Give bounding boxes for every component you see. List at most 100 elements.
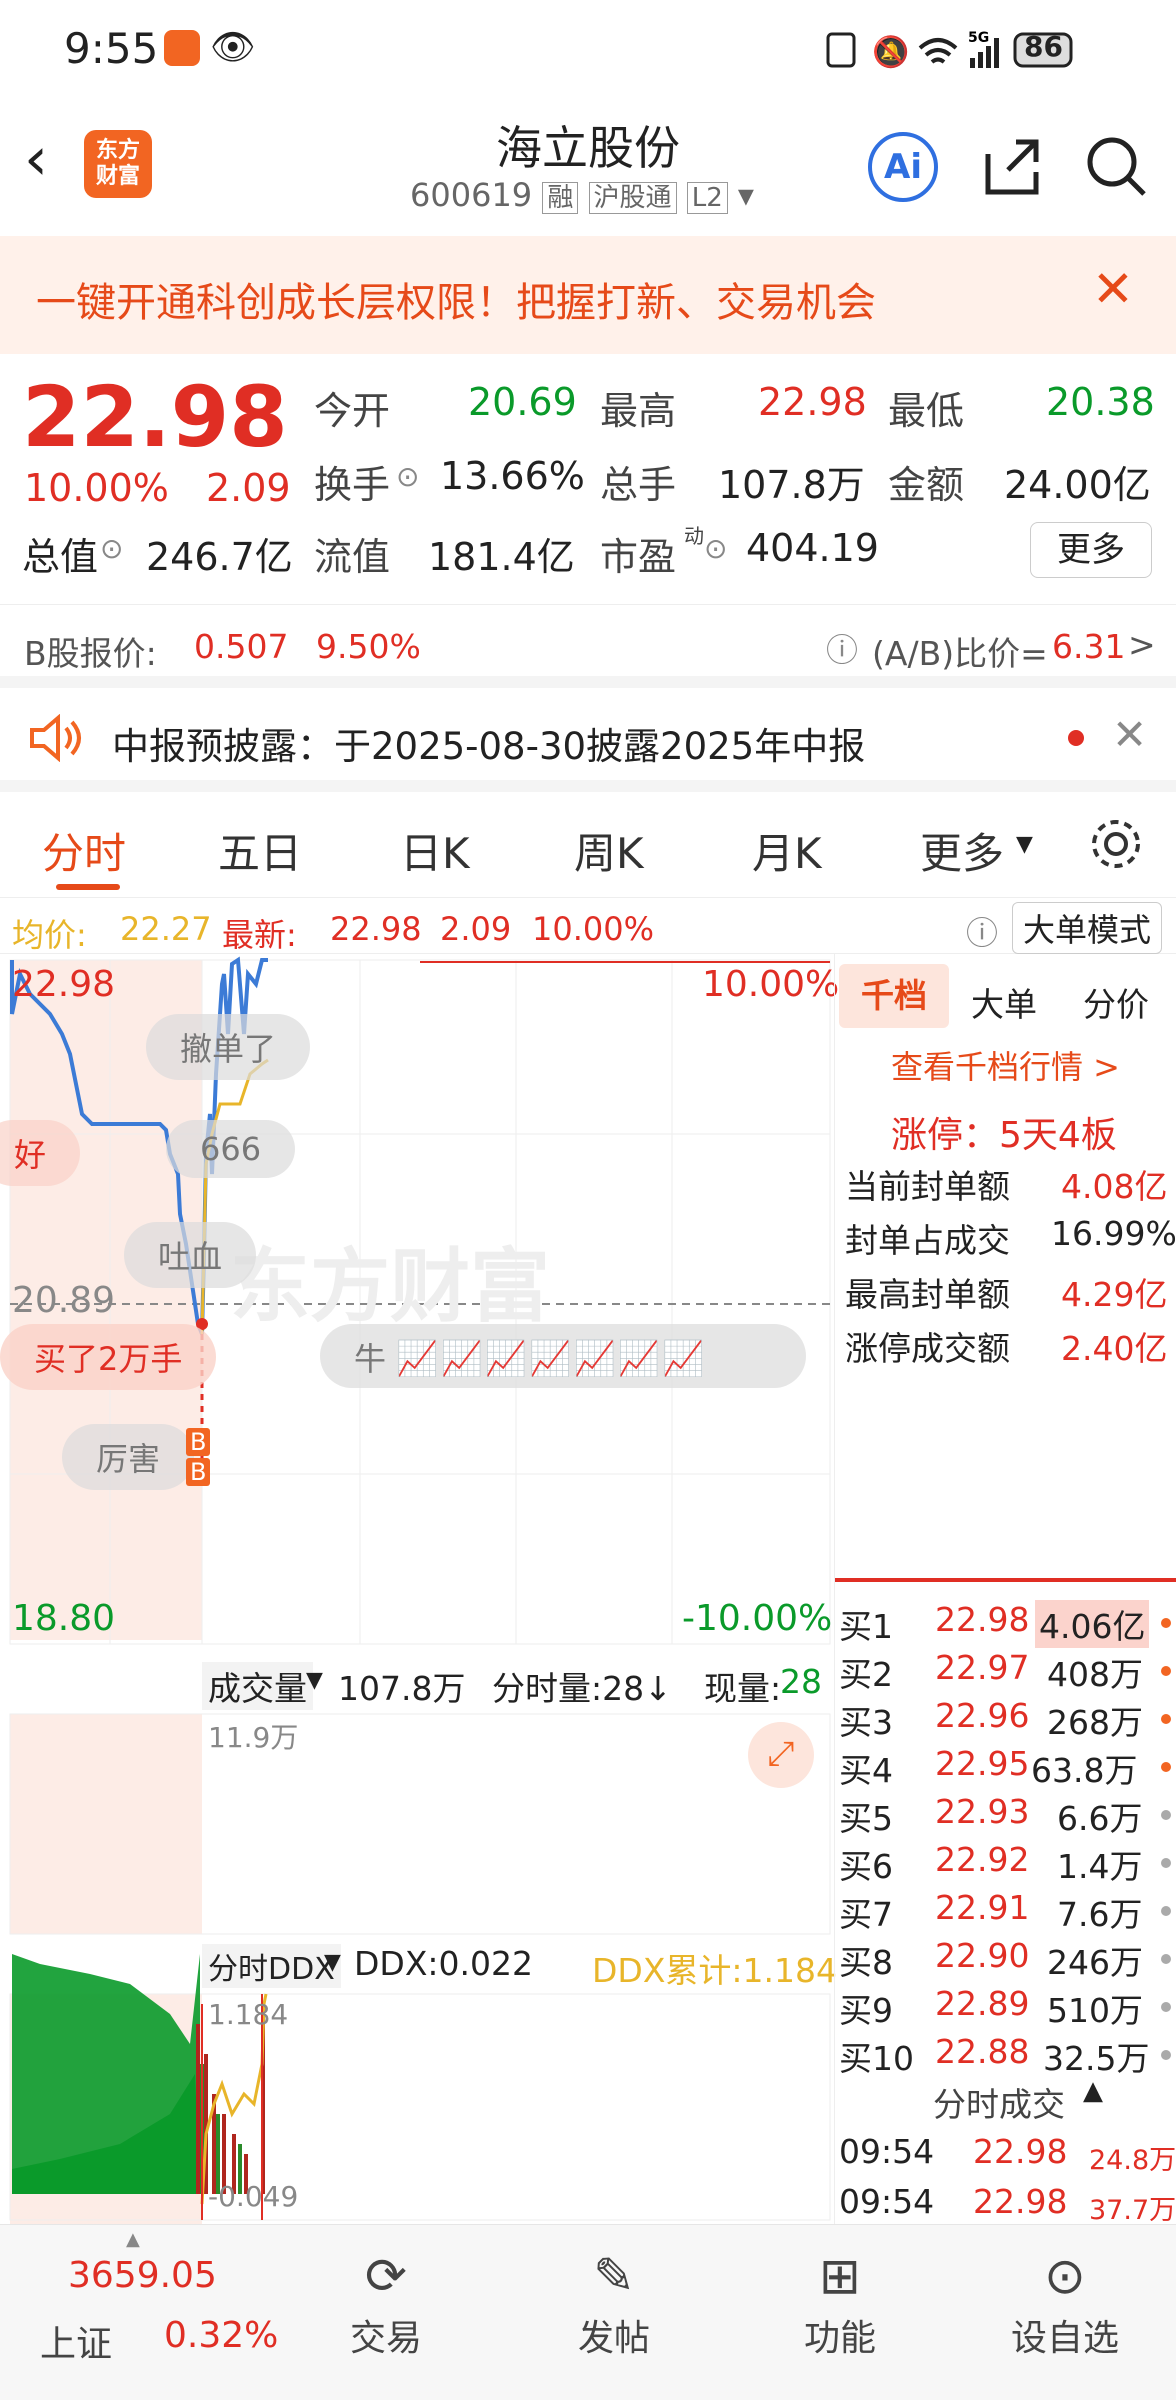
book-divider	[835, 1578, 1176, 1582]
book-volume: 408万	[1047, 1655, 1143, 1694]
tab-intraday[interactable]: 分时	[42, 820, 126, 881]
intraday-chart[interactable]: 东方财富 22.98 10.00% 20.89 18.80 -10.00% 撤单…	[0, 954, 839, 2224]
pe-value: 404.19	[746, 526, 879, 570]
comment-bubble[interactable]: 666	[166, 1120, 296, 1178]
tab-price-levels[interactable]: 分价	[1083, 978, 1149, 1026]
book-row[interactable]: 买4 22.95 63.8万	[835, 1744, 1176, 1792]
tab-daily-k[interactable]: 日K	[400, 820, 470, 881]
book-row[interactable]: 买5 22.93 6.6万	[835, 1792, 1176, 1840]
view-levels-link[interactable]: 查看千档行情 >	[891, 1042, 1120, 1088]
book-row[interactable]: 买8 22.90 246万	[835, 1936, 1176, 1984]
book-row[interactable]: 买10 22.88 32.5万	[835, 2032, 1176, 2080]
gear-icon[interactable]	[1088, 816, 1144, 872]
turnover-value: 13.66%	[440, 454, 585, 498]
comment-bubble[interactable]: 撤单了	[146, 1014, 311, 1080]
info-icon[interactable]: ⊙	[396, 460, 419, 493]
more-button[interactable]: 更多	[1030, 522, 1152, 578]
tab-monthly-k[interactable]: 月K	[752, 820, 822, 881]
search-icon[interactable]	[1084, 134, 1148, 198]
speaker-icon	[30, 714, 81, 762]
edit-icon: ✎	[593, 2247, 635, 2305]
ddx-axis-max: 1.184	[208, 1998, 289, 2031]
stock-code: 600619	[410, 176, 533, 214]
ddx-indicator-select[interactable]: 分时DDX	[202, 1944, 341, 1988]
tab-big-orders[interactable]: 大单	[971, 978, 1037, 1026]
book-row[interactable]: 买7 22.91 7.6万	[835, 1888, 1176, 1936]
share-icon[interactable]	[980, 134, 1044, 198]
trades-toggle[interactable]: 分时成交	[933, 2078, 1065, 2126]
nav-functions[interactable]: ⊞ 功能	[770, 2247, 910, 2387]
ai-button[interactable]: Ai	[868, 132, 938, 202]
last-value: 22.98	[330, 910, 422, 948]
chart-canvas: 东方财富	[9, 956, 831, 2224]
index-ticker[interactable]: ▲ 3659.05 上证 0.32%	[0, 2225, 278, 2400]
book-row[interactable]: 买2 22.97 408万	[835, 1648, 1176, 1696]
stock-code-row[interactable]: 600619 融 沪股通 L2 ▾	[410, 176, 754, 214]
index-value: 3659.05	[68, 2255, 217, 2296]
bull-comment-bubble[interactable]: 牛 📈📈📈📈📈📈📈	[320, 1324, 806, 1388]
help-icon[interactable]: ⓘ	[826, 625, 858, 671]
book-row[interactable]: 买3 22.96 268万	[835, 1696, 1176, 1744]
index-pct: 0.32%	[164, 2315, 279, 2356]
book-level: 买6	[839, 1847, 893, 1886]
change-amount: 2.09	[206, 466, 291, 510]
trade-row: 09:54 22.98 37.7万	[835, 2182, 1176, 2230]
limit-up-streak: 涨停：5天4板	[891, 1115, 1117, 1156]
comment-bubble[interactable]: 好	[0, 1120, 81, 1186]
chevron-up-icon: ▲	[126, 2229, 140, 2250]
stat-label: 最高封单额	[845, 1275, 1010, 1314]
close-icon[interactable]: ✕	[1092, 260, 1134, 318]
comment-bubble[interactable]: 厉害	[62, 1424, 195, 1490]
comment-bubble[interactable]: 吐血	[124, 1222, 257, 1288]
info-icon[interactable]: ⊙	[100, 532, 123, 565]
trade-price: 22.98	[973, 2132, 1068, 2171]
book-level: 买7	[839, 1895, 893, 1934]
amount-label: 金额	[888, 463, 965, 507]
help-icon[interactable]: ⓘ	[966, 908, 998, 954]
volume-minute: 分时量:28↓	[492, 1669, 672, 1708]
battery-level: 86	[1024, 30, 1063, 63]
axis-mid-price: 20.89	[12, 1280, 116, 1321]
promo-banner[interactable]: 一键开通科创成长层权限！把握打新、交易机会 ✕	[0, 236, 1176, 354]
book-volume: 7.6万	[1057, 1895, 1143, 1934]
b-share-label: B股报价:	[24, 634, 157, 673]
book-row[interactable]: 买9 22.89 510万	[835, 1984, 1176, 2032]
stat-value: 4.08亿	[1061, 1167, 1168, 1206]
axis-bottom-price: 18.80	[12, 1598, 116, 1639]
trade-volume: 37.7万	[1089, 2195, 1176, 2226]
nav-label: 交易	[349, 2318, 422, 2359]
nav-add-watchlist[interactable]: ⊙ 设自选	[990, 2247, 1140, 2387]
book-level: 买4	[839, 1751, 893, 1790]
volume-indicator-select[interactable]: 成交量	[202, 1662, 313, 1710]
unread-dot	[1068, 730, 1084, 746]
tab-thousand-levels[interactable]: 千档	[839, 964, 949, 1028]
book-volume: 1.4万	[1057, 1847, 1143, 1886]
book-volume: 246万	[1047, 1943, 1143, 1982]
nav-trade[interactable]: ⟳ 交易	[316, 2247, 456, 2387]
last-label: 最新:	[222, 916, 297, 954]
tab-5day[interactable]: 五日	[218, 820, 302, 881]
comment-bubble[interactable]: 买了2万手	[0, 1324, 217, 1390]
open-label: 今开	[314, 389, 391, 433]
nav-post[interactable]: ✎ 发帖	[544, 2247, 684, 2387]
notice-bar[interactable]: 中报预披露：于2025-08-30披露2025年中报 ✕	[0, 688, 1176, 792]
expand-icon[interactable]: ⤢	[748, 1722, 814, 1788]
l2-tag: L2	[686, 182, 728, 214]
close-icon[interactable]: ✕	[1112, 710, 1147, 759]
b-share-price: 0.507	[194, 627, 289, 666]
book-price: 22.92	[935, 1840, 1030, 1879]
buy-marker[interactable]: B	[186, 1458, 211, 1486]
chevron-right-icon[interactable]: >	[1128, 625, 1156, 664]
tab-weekly-k[interactable]: 周K	[574, 820, 644, 881]
buy-marker[interactable]: B	[186, 1428, 211, 1456]
status-dot	[1161, 1618, 1171, 1628]
book-row[interactable]: 买1 22.98 4.06亿	[835, 1600, 1176, 1648]
ab-ratio-value: 6.31	[1052, 627, 1126, 666]
axis-top-pct: 10.00%	[702, 964, 840, 1005]
info-icon[interactable]: ⊙	[704, 532, 727, 565]
big-order-mode-button[interactable]: 大单模式	[1012, 902, 1163, 954]
book-row[interactable]: 买6 22.92 1.4万	[835, 1840, 1176, 1888]
volume-value: 107.8万	[718, 463, 865, 507]
b-share-pct: 9.50%	[316, 627, 421, 666]
tab-more[interactable]: 更多	[920, 820, 1004, 881]
